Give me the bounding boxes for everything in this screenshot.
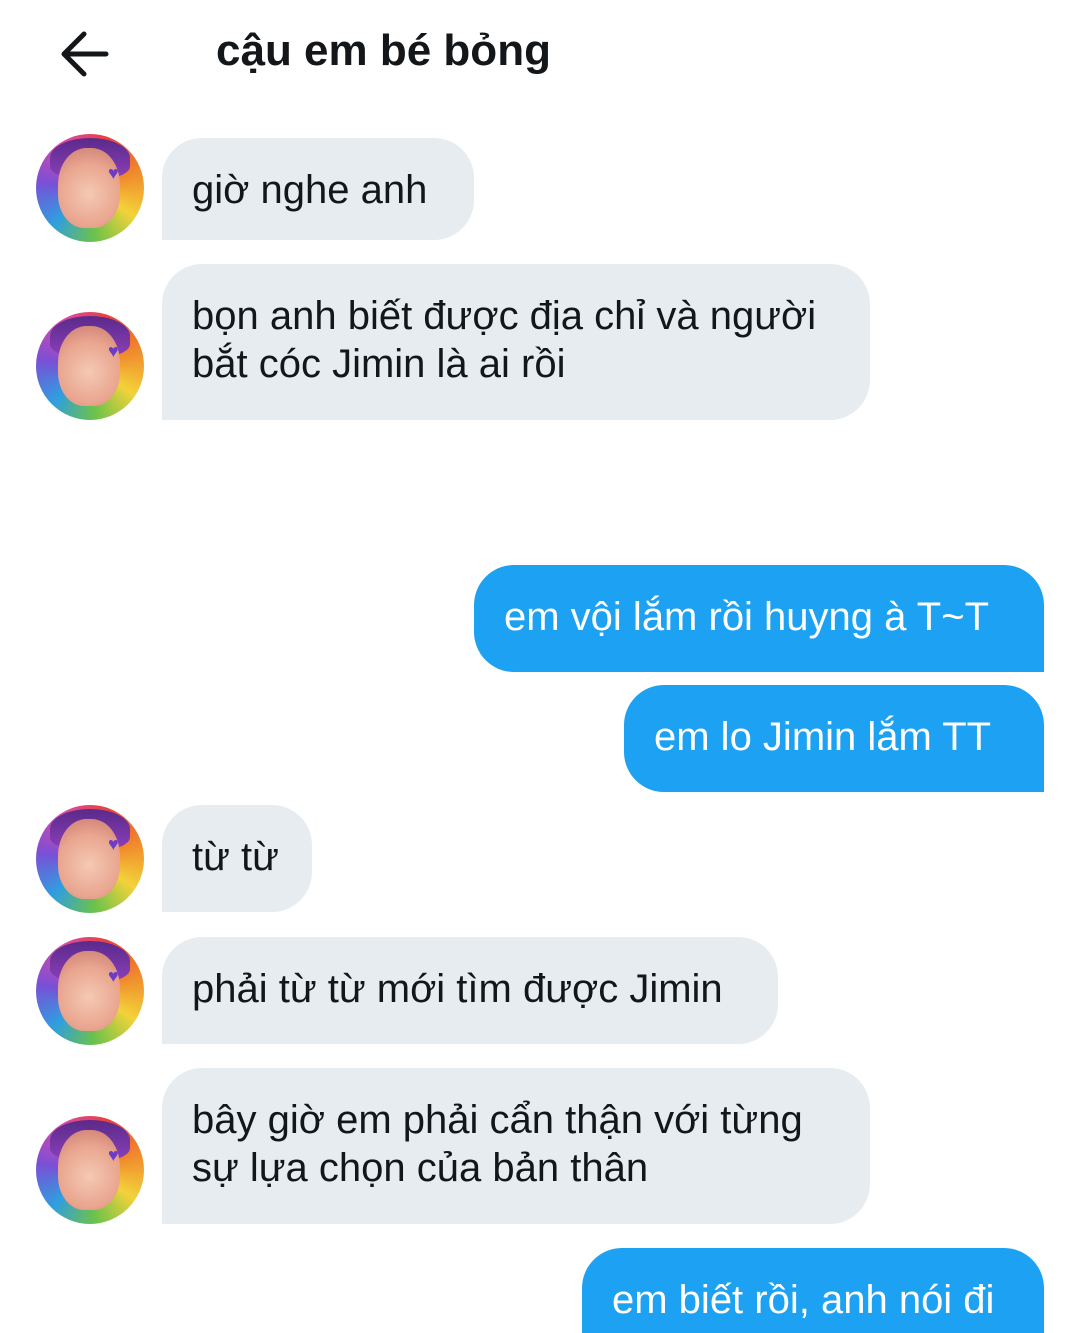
- avatar[interactable]: ♥: [36, 1116, 144, 1224]
- conversation-title: cậu em bé bỏng: [216, 26, 551, 75]
- message-bubble-received[interactable]: bọn anh biết được địa chỉ và người bắt c…: [162, 264, 870, 420]
- heart-icon: ♥: [108, 163, 119, 183]
- message-bubble-sent[interactable]: em lo Jimin lắm TT: [624, 685, 1044, 792]
- avatar[interactable]: ♥: [36, 312, 144, 420]
- heart-icon: ♥: [108, 1145, 119, 1165]
- header: cậu em bé bỏng: [0, 0, 1080, 115]
- arrow-left-icon: [61, 31, 109, 77]
- heart-icon: ♥: [108, 966, 119, 986]
- message-bubble-sent[interactable]: em biết rồi, anh nói đi: [582, 1248, 1044, 1333]
- message-bubble-received[interactable]: phải từ từ mới tìm được Jimin: [162, 937, 778, 1044]
- message-bubble-received[interactable]: giờ nghe anh: [162, 138, 474, 240]
- avatar[interactable]: ♥: [36, 134, 144, 242]
- heart-icon: ♥: [108, 341, 119, 361]
- avatar[interactable]: ♥: [36, 937, 144, 1045]
- message-bubble-sent[interactable]: em vội lắm rồi huyng à T~T: [474, 565, 1044, 672]
- avatar[interactable]: ♥: [36, 805, 144, 913]
- message-bubble-received[interactable]: từ từ: [162, 805, 312, 912]
- message-bubble-received[interactable]: bây giờ em phải cẩn thận với từng sự lựa…: [162, 1068, 870, 1224]
- back-button[interactable]: [48, 22, 120, 86]
- heart-icon: ♥: [108, 834, 119, 854]
